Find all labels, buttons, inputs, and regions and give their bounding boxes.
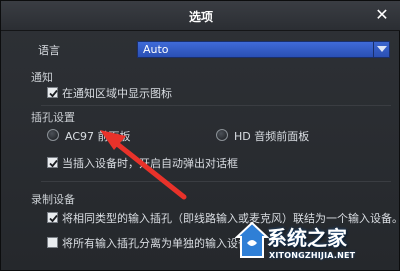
watermark-url: XITONGZHIJIA.NET	[269, 251, 356, 260]
options-dialog: 选项 ✕ 语言 Auto 通知 在通知区域中显示图标 插孔设置 AC97 前面板…	[0, 0, 400, 271]
house-logo-icon	[235, 221, 269, 258]
watermark: 系统之家 XITONGZHIJIA.NET	[231, 215, 399, 271]
watermark-brand: 系统之家	[267, 226, 347, 250]
